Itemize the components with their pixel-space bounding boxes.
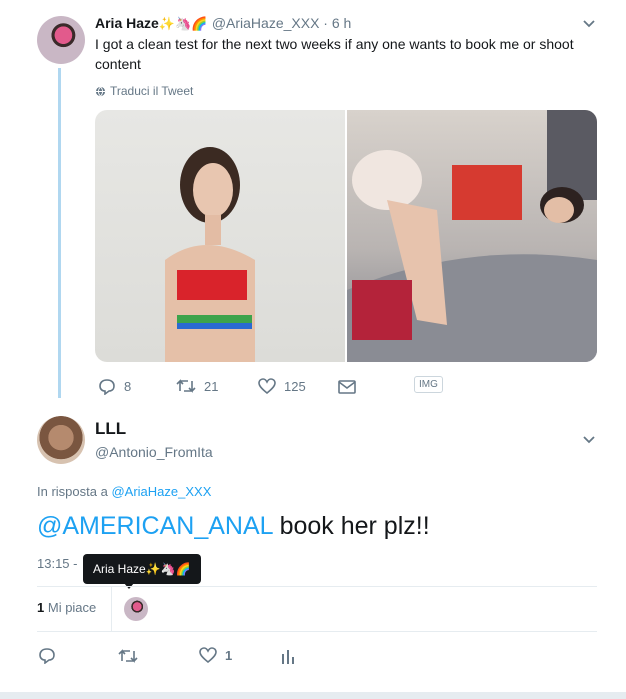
likes-stat-label: Mi piace xyxy=(47,600,97,615)
img-label: IMG xyxy=(419,379,438,390)
author-block: LLL @Antonio_FromIta xyxy=(95,419,213,460)
translate-label: Traduci il Tweet xyxy=(110,84,194,98)
retweet-icon[interactable] xyxy=(118,648,138,664)
author-handle[interactable]: @AriaHaze_XXX · 6 h xyxy=(212,15,352,31)
reply-prefix: In risposta a xyxy=(37,484,108,499)
tooltip-label: Aria Haze✨🦄🌈 xyxy=(93,562,191,576)
stats-separator xyxy=(111,587,112,631)
timestamp[interactable]: 13:15 - xyxy=(37,556,77,571)
globe-icon xyxy=(95,86,106,96)
reply-context: In risposta a @AriaHaze_XXX xyxy=(37,484,211,499)
like-count: 125 xyxy=(284,379,306,394)
tweet-header: Aria Haze✨🦄🌈 @AriaHaze_XXX · 6 h xyxy=(95,15,351,33)
like-button[interactable]: 1 xyxy=(199,647,232,664)
thread-line xyxy=(58,68,61,398)
likes-stat-count: 1 xyxy=(37,600,45,615)
analytics-icon[interactable] xyxy=(281,648,295,664)
reply-button[interactable]: 8 xyxy=(98,378,131,395)
avatar[interactable] xyxy=(37,416,85,464)
retweet-button[interactable]: 21 xyxy=(176,378,218,394)
reply-count: 8 xyxy=(124,379,132,394)
tooltip: Aria Haze✨🦄🌈 xyxy=(83,554,201,584)
translate-link[interactable]: Traduci il Tweet xyxy=(95,84,193,98)
author-name[interactable]: Aria Haze xyxy=(95,15,159,31)
reply-to-link[interactable]: @AriaHaze_XXX xyxy=(111,484,211,499)
reply-icon xyxy=(99,379,115,395)
tweet-text: @AMERICAN_ANAL book her plz!! xyxy=(37,512,430,541)
divider xyxy=(37,586,597,587)
envelope-icon[interactable] xyxy=(338,380,356,394)
img-tag[interactable]: IMG xyxy=(414,376,443,393)
photo-illustration xyxy=(347,110,597,362)
chevron-down-icon[interactable] xyxy=(582,434,596,446)
name-emoji: ✨🦄🌈 xyxy=(158,16,208,31)
media-grid xyxy=(95,110,597,362)
divider xyxy=(37,631,597,632)
retweet-count: 21 xyxy=(204,378,219,394)
like-button[interactable]: 125 xyxy=(258,378,306,395)
heart-icon xyxy=(199,647,217,664)
retweet-icon xyxy=(176,379,196,393)
reply-icon[interactable] xyxy=(38,647,56,664)
tweet-text-rest: book her plz!! xyxy=(272,512,430,540)
mention-link[interactable]: @AMERICAN_ANAL xyxy=(37,512,273,540)
liker-avatar[interactable] xyxy=(124,597,148,621)
likes-stat[interactable]: 1 Mi piace xyxy=(37,600,96,615)
like-count: 1 xyxy=(225,648,233,663)
bottom-border xyxy=(0,692,626,699)
heart-icon xyxy=(258,378,276,395)
media-image[interactable] xyxy=(347,110,597,362)
author-handle[interactable]: @Antonio_FromIta xyxy=(95,444,213,460)
photo-illustration xyxy=(165,147,255,362)
chevron-down-icon[interactable] xyxy=(582,18,596,30)
tweet-text: I got a clean test for the next two week… xyxy=(95,36,574,72)
media-image[interactable] xyxy=(95,110,345,362)
author-name[interactable]: LLL xyxy=(95,419,213,439)
avatar[interactable] xyxy=(37,16,85,64)
